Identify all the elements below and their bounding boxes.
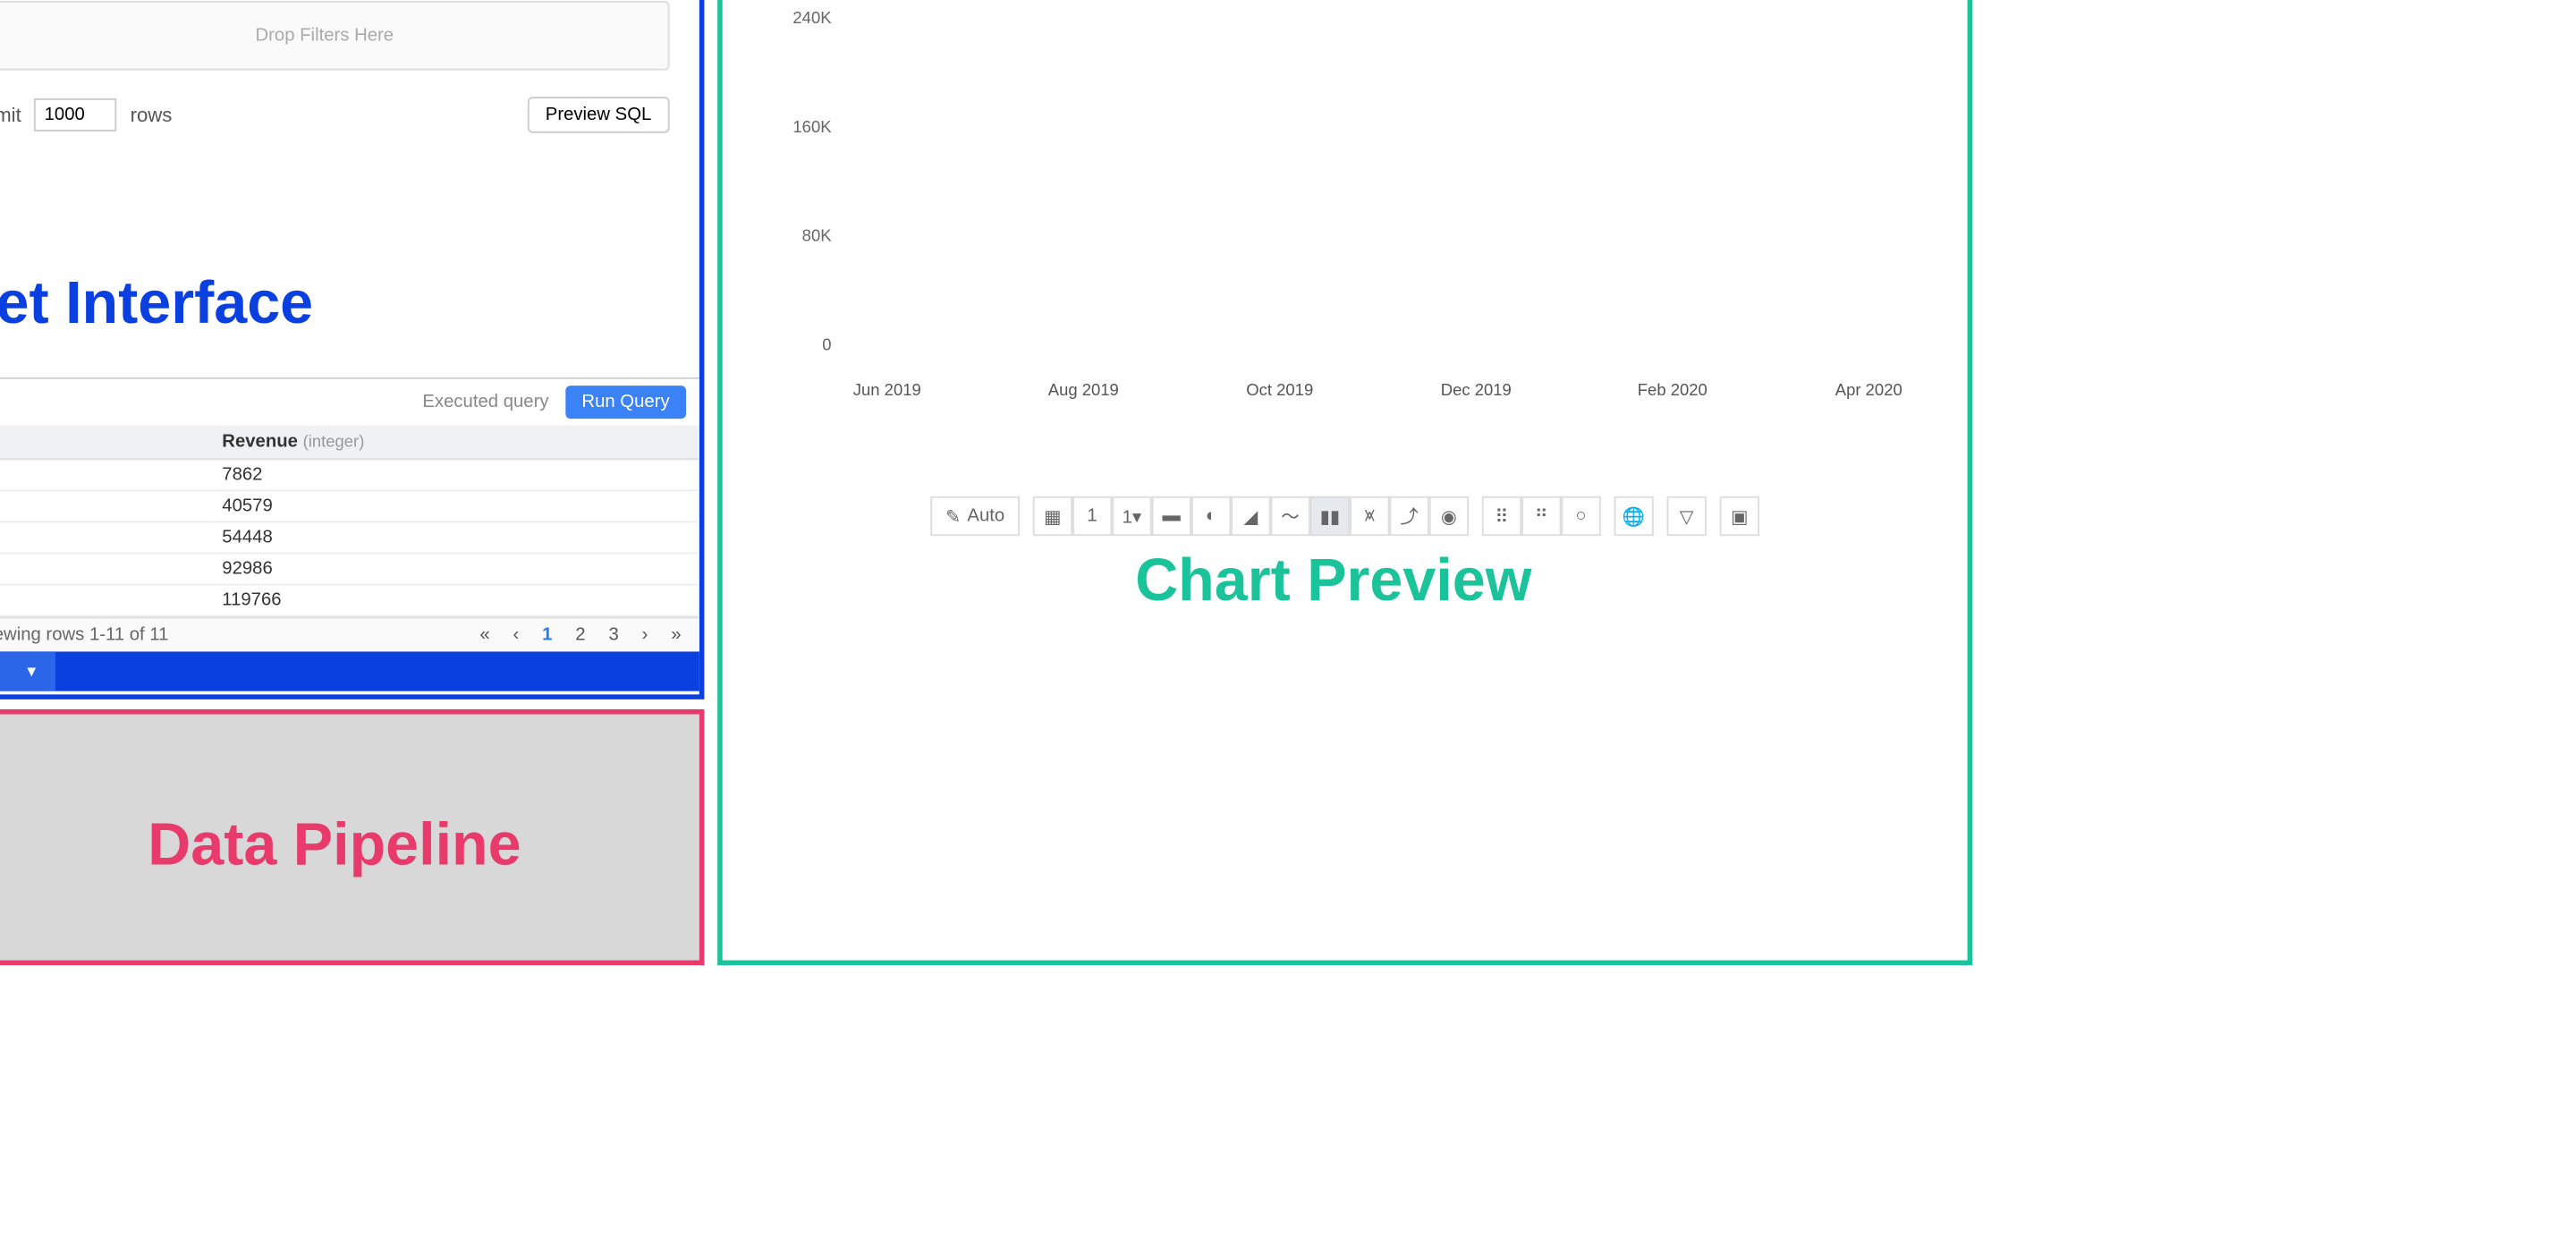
rows-label: rows [131,103,173,126]
table-cell: 92986 [209,554,699,585]
pager-next[interactable]: › [637,625,653,645]
y-axis-tick: 0 [766,337,832,355]
chart-type-bubble-icon[interactable]: ⠛ [1521,496,1561,536]
chart-type-scatter-icon[interactable]: ⠿ [1482,496,1521,536]
chart-type-globe-icon[interactable]: 🌐 [1614,496,1653,536]
data-pipeline-panel: + Merge Datasets Outer Join on first col… [0,709,704,965]
chart-type-toolbar: ✎Auto ▦11▾▬◐◢〜▮▮⩙⤴◉ ⠿⠛○ 🌐 ▽ ▣ [723,496,1968,536]
x-axis-tick: Oct 2019 [1231,382,1329,400]
run-query-button[interactable]: Run Query [565,386,686,419]
pager-summary: Previewing rows 1-11 of 11 [0,625,168,645]
x-axis-tick: Aug 2019 [1034,382,1132,400]
dataset-interface-panel: SaaS Company Demo Data ▼ Interactive Mod… [0,0,704,699]
x-axis-tick: Jun 2019 [838,382,936,400]
pager-prev[interactable]: ‹ [508,625,524,645]
table-row: 2019-0740579 [0,490,699,521]
pager-page[interactable]: 3 [604,625,623,645]
chart-type-table-icon[interactable]: ▦ [1033,496,1072,536]
x-axis-tick [1525,382,1623,400]
x-axis-tick [1329,382,1428,400]
x-axis-tick [1132,382,1231,400]
table-cell: 2019-10 [0,585,209,616]
chart-plot-area: 080K160K240K320K Jun 2019Aug 2019Oct 201… [739,0,1951,414]
chart-type-circle-icon[interactable]: ○ [1561,496,1600,536]
chart-preview-panel: ✿ Settings CostsRevenue 080K160K240K320K… [717,0,1972,965]
table-row: 2019-0854448 [0,521,699,553]
x-axis-tick: Dec 2019 [1427,382,1525,400]
table-cell: 2019-09 [0,554,209,585]
results-table: Month of Payment Date (text)Revenue (int… [0,425,699,616]
column-header[interactable]: Revenue (integer) [209,425,699,459]
query-builder-form: Measures? ▾Revenue Dimensions? ▾Month of… [0,0,699,377]
table-cell: 40579 [209,490,699,521]
chart-type-line-icon[interactable]: 〜 [1270,496,1309,536]
table-cell: 54448 [209,521,699,553]
y-axis-tick: 80K [766,228,832,246]
x-axis-tick [1722,382,1820,400]
chart-type-trend-icon[interactable]: ⤴ [1389,496,1428,536]
limit-input[interactable] [35,98,117,131]
pager-page[interactable]: 1 [538,625,557,645]
table-cell: 2019-08 [0,521,209,553]
table-cell: 2019-06 [0,459,209,490]
x-axis-tick [936,382,1035,400]
y-axis-tick: 160K [766,119,832,137]
chart-type-num1-icon[interactable]: 1 [1072,496,1112,536]
y-axis-tick: 240K [766,10,832,28]
pager-prev[interactable]: « [475,625,495,645]
chart-type-spark-icon[interactable]: ⩙ [1350,496,1389,536]
pager-page[interactable]: 2 [571,625,590,645]
preview-sql-button[interactable]: Preview SQL [527,97,669,133]
x-axis-tick: Apr 2020 [1819,382,1918,400]
table-cell: 7862 [209,459,699,490]
filters-dropzone[interactable]: Drop Filters Here [0,1,670,71]
table-row: 2019-067862 [0,459,699,490]
column-header[interactable]: Month of Payment Date (text) [0,425,209,459]
chart-type-pie-icon[interactable]: ◐ [1191,496,1231,536]
x-axis-tick: Feb 2020 [1623,382,1722,400]
chart-type-hbar-icon[interactable]: ▬ [1152,496,1191,536]
pager-next[interactable]: » [666,625,686,645]
chart-type-area-icon[interactable]: ◢ [1231,496,1270,536]
dataset-tab[interactable]: Dataset 2▼ [0,651,55,691]
chart-type-bar-icon[interactable]: ▮▮ [1310,496,1350,536]
wand-icon: ✎ [945,505,961,527]
limit-label: Limit [0,103,21,126]
table-row: 2019-10119766 [0,585,699,616]
chart-type-gauge-icon[interactable]: ◉ [1429,496,1469,536]
output-panel: Hide Output Executed query Run Query Mon… [0,377,699,651]
annotation-chart: Chart Preview [1135,546,1531,615]
table-row: 2019-0992986 [0,554,699,585]
table-cell: 2019-07 [0,490,209,521]
chart-type-format-icon[interactable]: 1▾ [1112,496,1151,536]
chart-type-kpi-icon[interactable]: ▣ [1720,496,1759,536]
table-cell: 119766 [209,585,699,616]
chart-auto-button[interactable]: ✎Auto [930,496,1019,536]
executed-status: Executed query [422,393,548,412]
chart-type-filter-icon[interactable]: ▽ [1666,496,1706,536]
